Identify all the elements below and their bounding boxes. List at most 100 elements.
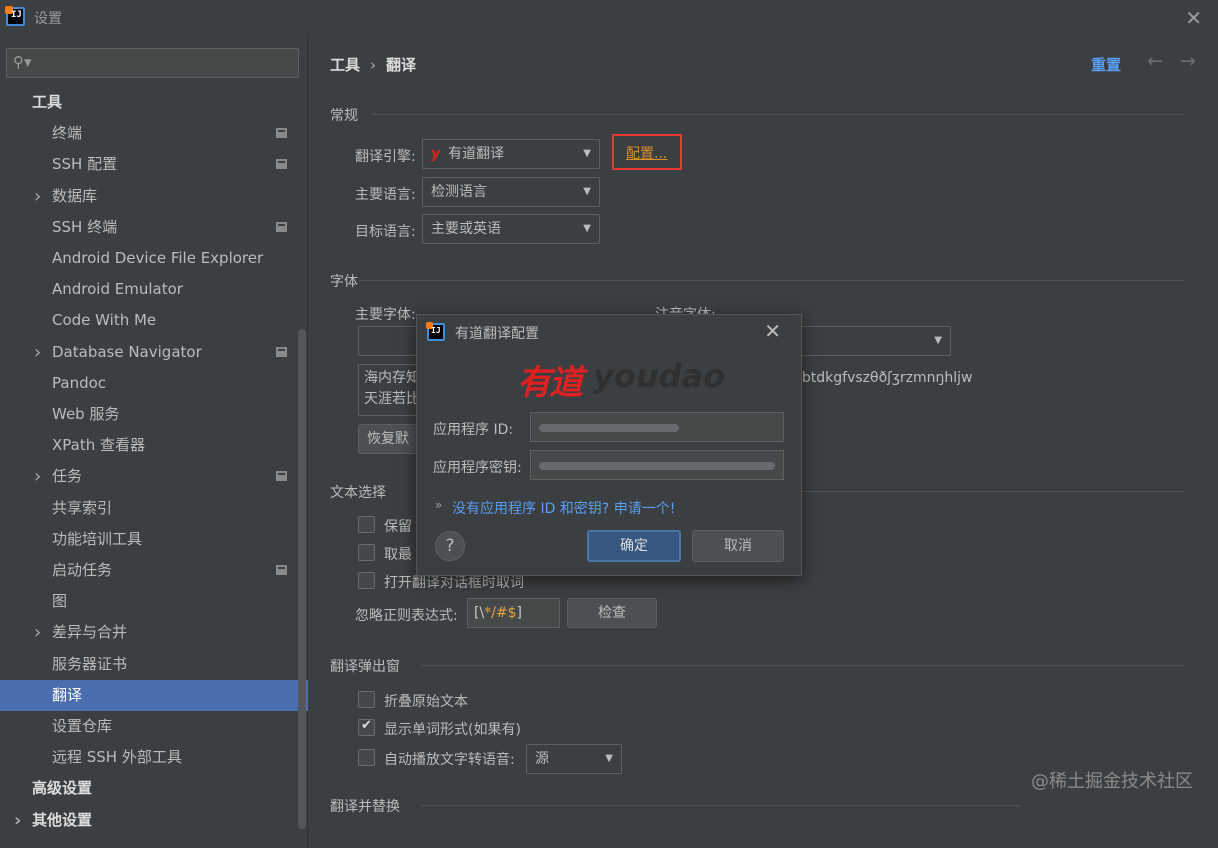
cancel-button[interactable]: 取消 — [692, 530, 784, 562]
sidebar-item[interactable]: › 任务 — [0, 461, 308, 492]
sidebar-item[interactable]: 图 — [0, 586, 308, 617]
config-link[interactable]: 配置... — [626, 143, 667, 163]
sidebar-item[interactable]: 工具 — [0, 87, 308, 118]
chevron-right-icon[interactable]: › — [34, 337, 41, 368]
regex-label: 忽略正则表达式: — [355, 608, 458, 624]
target-language-value: 主要或英语 — [431, 221, 501, 237]
forward-arrow-icon[interactable]: → — [1180, 50, 1196, 72]
sidebar-item[interactable]: Web 服务 — [0, 399, 308, 430]
engine-value: 有道翻译 — [448, 146, 505, 162]
sidebar-item-label: Code With Me — [52, 311, 157, 330]
breadcrumb: 工具 › 翻译 — [330, 54, 416, 75]
primary-language-select[interactable]: 检测语言 ▼ — [422, 177, 600, 207]
chevron-down-icon: ▼ — [934, 335, 942, 346]
sidebar-item[interactable]: 终端 — [0, 118, 308, 149]
sidebar-item[interactable]: 设置仓库 — [0, 711, 308, 742]
app-id-input[interactable] — [530, 412, 784, 442]
sidebar-item[interactable]: 功能培训工具 — [0, 524, 308, 555]
project-level-icon — [276, 471, 287, 482]
sidebar-item-label: 高级设置 — [32, 779, 93, 798]
sidebar-item[interactable]: Pandoc — [0, 368, 308, 399]
back-arrow-icon[interactable]: ← — [1147, 50, 1163, 72]
apply-key-link[interactable]: 没有应用程序 ID 和密钥? 申请一个! — [452, 498, 675, 518]
sidebar-item-label: 其他设置 — [32, 810, 93, 829]
sidebar-item[interactable]: › 数据库 — [0, 181, 308, 212]
youdao-icon: y — [431, 146, 441, 162]
sidebar-item[interactable]: Android Emulator — [0, 274, 308, 305]
chevron-down-icon: ▼ — [605, 753, 613, 764]
primary-font-label: 主要字体: — [355, 307, 416, 323]
dialog-close-icon[interactable]: ✕ — [764, 319, 781, 343]
show-word-forms-label: 显示单词形式(如果有) — [384, 722, 521, 738]
chevron-right-icon[interactable]: › — [14, 805, 21, 836]
ok-button[interactable]: 确定 — [587, 530, 681, 562]
regex-body: */#$ — [484, 605, 517, 621]
sidebar-item[interactable]: › 其他设置 — [0, 805, 308, 836]
fold-original-label: 折叠原始文本 — [384, 694, 468, 710]
app-id-label: 应用程序 ID: — [433, 422, 514, 438]
sidebar-item-label: 数据库 — [52, 186, 98, 205]
primary-language-value: 检测语言 — [431, 184, 487, 200]
section-divider — [421, 665, 1185, 666]
reset-link[interactable]: 重置 — [1091, 54, 1121, 75]
show-word-forms-checkbox[interactable] — [358, 718, 375, 736]
tts-source-select[interactable]: 源 ▼ — [526, 744, 622, 774]
window-close-icon[interactable]: ✕ — [1185, 6, 1202, 30]
primary-font-select[interactable] — [358, 326, 418, 356]
sidebar-item[interactable]: SSH 配置 — [0, 149, 308, 180]
project-level-icon — [276, 221, 287, 232]
nearest-word-label: 取最 — [384, 547, 412, 563]
sidebar-item-label: 工具 — [32, 93, 63, 111]
tts-source-value: 源 — [535, 751, 549, 767]
auto-tts-label: 自动播放文字转语音: — [384, 752, 515, 768]
sidebar-scrollbar[interactable] — [298, 329, 306, 829]
chevron-down-icon: ▼ — [583, 223, 591, 234]
restore-default-button[interactable]: 恢复默 — [358, 424, 418, 454]
sidebar-item-label: 图 — [52, 592, 68, 611]
help-button[interactable]: ? — [435, 531, 465, 561]
pick-on-open-checkbox[interactable] — [358, 572, 375, 589]
chevron-right-icon[interactable]: › — [34, 617, 41, 648]
app-secret-input[interactable] — [530, 450, 784, 480]
sidebar-item[interactable]: › Database Navigator — [0, 337, 308, 368]
section-divider — [359, 280, 1185, 281]
sidebar-item-label: SSH 配置 — [52, 155, 118, 174]
auto-tts-checkbox[interactable] — [358, 749, 375, 766]
sidebar-item[interactable]: 翻译 — [0, 679, 308, 711]
title-bar: IJ 设置 ✕ — [0, 0, 1218, 34]
sidebar-item[interactable]: › 差异与合并 — [0, 617, 308, 648]
settings-sidebar: ⚲▾ 工具终端 SSH 配置 › 数据库 SSH 终端 Android Device Fi… — [0, 34, 308, 848]
config-highlight: 配置... — [612, 134, 682, 170]
double-chevron-icon: » — [435, 498, 443, 512]
primary-font-preview: 海内存知 天涯若比 — [358, 364, 418, 416]
sidebar-item[interactable]: XPath 查看器 — [0, 430, 308, 461]
project-level-icon — [276, 346, 287, 357]
target-language-select[interactable]: 主要或英语 ▼ — [422, 214, 600, 244]
nearest-word-checkbox[interactable] — [358, 544, 375, 561]
breadcrumb-parent[interactable]: 工具 — [330, 56, 360, 74]
sidebar-item[interactable]: 启动任务 — [0, 555, 308, 586]
sidebar-item-label: 差异与合并 — [52, 623, 128, 642]
sidebar-item[interactable]: SSH 终端 — [0, 212, 308, 243]
sidebar-item[interactable]: 远程 SSH 外部工具 — [0, 742, 308, 773]
breadcrumb-current: 翻译 — [386, 56, 417, 74]
settings-search-input[interactable]: ⚲▾ — [6, 48, 299, 78]
sidebar-item[interactable]: 高级设置 — [0, 773, 308, 804]
chevron-right-icon[interactable]: › — [34, 181, 41, 212]
chevron-right-icon[interactable]: › — [34, 461, 41, 492]
regex-input[interactable]: [\*/#$] — [467, 598, 560, 628]
sidebar-item[interactable]: Android Device File Explorer — [0, 243, 308, 274]
sidebar-item[interactable]: 共享索引 — [0, 493, 308, 524]
engine-select[interactable]: y 有道翻译 ▼ — [422, 139, 600, 169]
check-button[interactable]: 检查 — [567, 598, 657, 628]
fold-original-checkbox[interactable] — [358, 691, 375, 708]
intellij-logo-icon: IJ — [426, 322, 445, 341]
youdao-logo-en: youdao — [593, 357, 726, 395]
sidebar-item-label: XPath 查看器 — [52, 436, 145, 455]
regex-prefix: [\ — [474, 605, 485, 621]
sidebar-item[interactable]: 服务器证书 — [0, 649, 308, 680]
keep-selection-checkbox[interactable] — [358, 516, 375, 533]
sidebar-item-label: SSH 终端 — [52, 217, 118, 236]
sidebar-item[interactable]: Code With Me — [0, 305, 308, 336]
phonetic-font-select[interactable]: ▼ — [799, 326, 951, 356]
